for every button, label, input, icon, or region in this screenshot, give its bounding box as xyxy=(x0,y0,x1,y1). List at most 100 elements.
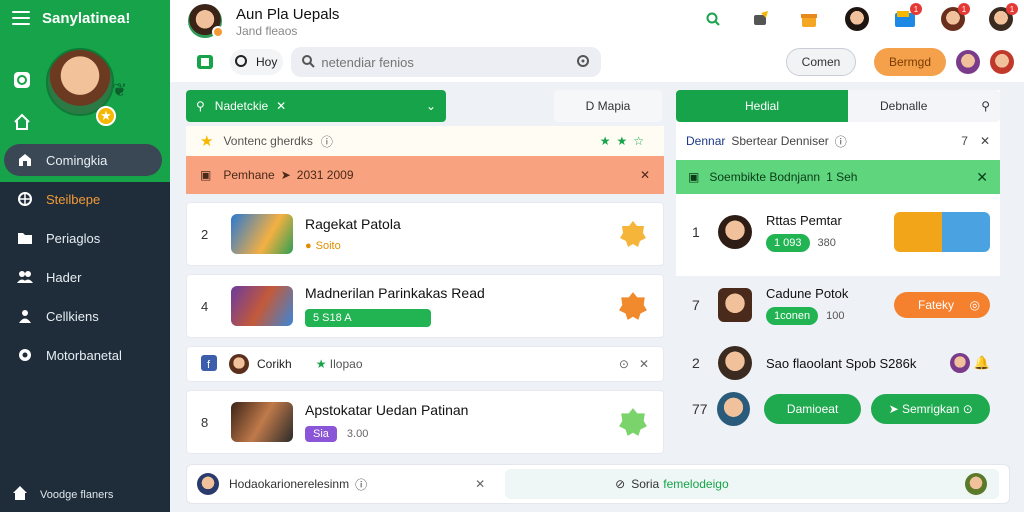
map-filter-button[interactable]: D Mapia xyxy=(554,90,662,122)
info-icon[interactable]: ⓘ xyxy=(355,476,367,493)
list-item[interactable]: 1 Rttas Pemtar 1 093 380 xyxy=(676,202,1000,262)
score-pill: 1 093 xyxy=(766,233,810,252)
search-bar[interactable] xyxy=(291,47,602,77)
search-input[interactable] xyxy=(321,54,576,70)
banner-value: 1 Seh xyxy=(826,170,858,184)
filter-chip[interactable]: ⚲ Nadetckie ✕ ⌄ xyxy=(186,90,446,122)
contact-name: Corikh xyxy=(257,357,292,371)
facebook-icon[interactable]: f xyxy=(201,354,217,374)
home-icon[interactable] xyxy=(12,112,32,132)
close-icon[interactable]: ✕ xyxy=(639,357,649,371)
filter-label: Nadetckie xyxy=(214,99,269,113)
cancel-button[interactable]: Comen xyxy=(786,48,856,76)
secondary-action-button[interactable]: ➤ Semrigkan ⊙ xyxy=(871,394,990,424)
badge-icon xyxy=(617,406,649,438)
bell-icon[interactable]: 🔔 xyxy=(974,355,990,371)
row-title: Sao flaoolant Spob S286k xyxy=(766,355,917,371)
button-label: Fateky xyxy=(918,298,955,312)
tab-active[interactable]: Hedial xyxy=(676,90,848,122)
avatar-notification-icon[interactable]: 1 xyxy=(988,3,1018,32)
sidebar-item-label: Motorbanetal xyxy=(46,347,122,363)
sidebar-item-steilbepe[interactable]: Steilbepe xyxy=(4,183,162,215)
search-icon[interactable]: ⚲ xyxy=(981,99,990,113)
card-meta-text: 3.00 xyxy=(346,428,369,440)
sidebar-item-comingkia[interactable]: Comingkia xyxy=(4,144,162,176)
promo-value: 2031 2009 xyxy=(296,168,354,182)
tablet-icon[interactable] xyxy=(194,51,216,73)
users-icon xyxy=(16,269,34,285)
user-avatar[interactable] xyxy=(197,473,219,495)
user-avatar[interactable] xyxy=(990,50,1014,74)
avatar-notification-icon[interactable]: 1 xyxy=(940,3,970,32)
folder-icon xyxy=(16,230,34,246)
primary-action-button[interactable]: Damioeat xyxy=(763,394,862,424)
user-avatar[interactable] xyxy=(965,473,987,495)
list-item[interactable]: 2 Ragekat Patola ● Soito xyxy=(186,202,664,266)
list-item[interactable]: 77 Damioeat ➤ Semrigkan ⊙ xyxy=(676,386,1000,432)
sidebar: Sanylatinea! ★ ❦ Comingkia Steilbepe Per… xyxy=(0,0,170,512)
header-buttons: Comen Bermgd xyxy=(786,48,1014,76)
contact-actions: ⊙ ✕ xyxy=(619,357,649,371)
chat-icon[interactable] xyxy=(12,70,32,90)
sidebar-item-motorbanetal[interactable]: Motorbanetal xyxy=(4,339,162,371)
search-icon[interactable] xyxy=(700,6,726,32)
header-toolbar: Hoy xyxy=(194,47,602,77)
menu-icon[interactable] xyxy=(12,11,30,25)
info-icon[interactable]: ⓘ xyxy=(835,133,847,150)
sub-header: Dennar Sbertear Denniser ⓘ 7 ✕ xyxy=(676,126,1000,156)
user-face-icon[interactable] xyxy=(844,6,870,32)
sidebar-item-cellkiens[interactable]: Cellkiens xyxy=(4,300,162,332)
list-item[interactable]: 4 Madnerilan Parinkakas Read 5 S18 A xyxy=(186,274,664,338)
rank-number: 2 xyxy=(201,226,209,242)
sidebar-item-periaglos[interactable]: Periaglos xyxy=(4,222,162,254)
status-badge xyxy=(212,26,224,38)
gift-icon[interactable] xyxy=(796,6,822,32)
card-meta-text: Soito xyxy=(315,240,341,252)
status-field[interactable]: ⊘ Soria femelodeigo xyxy=(505,469,999,499)
tv-icon: ▣ xyxy=(688,170,700,184)
mail-icon[interactable]: 1 xyxy=(892,3,922,32)
green-pill: 5 S18 A xyxy=(305,309,431,327)
rank-number: 2 xyxy=(692,355,700,371)
arrow-icon: ➤ xyxy=(280,168,291,182)
list-item[interactable]: 2 Sao flaoolant Spob S286k 🔔 xyxy=(676,340,1000,386)
close-icon[interactable]: ✕ xyxy=(475,477,485,491)
game-thumbnail xyxy=(231,402,293,442)
row-badges: 🔔 xyxy=(949,353,990,373)
success-banner: ▣ Soembikte Bodnjann 1 Seh ✕ xyxy=(676,160,1000,194)
clear-icon[interactable]: ✕ xyxy=(276,99,286,113)
star-icon: ★ xyxy=(315,357,327,371)
card-title: Madnerilan Parinkakas Read xyxy=(305,285,485,301)
info-text: Vontenc gherdks xyxy=(223,134,313,148)
sidebar-item-hader[interactable]: Hader xyxy=(4,261,162,293)
primary-button[interactable]: Bermgd xyxy=(874,48,946,76)
close-icon[interactable]: ✕ xyxy=(980,134,990,148)
player-avatar xyxy=(717,392,750,426)
page-title: Aun Pla Uepals xyxy=(236,6,340,23)
sidebar-footer-link[interactable]: Voodge flaners xyxy=(12,485,113,504)
sidebar-header: Sanylatinea! xyxy=(0,0,170,36)
location-selector[interactable]: Hoy xyxy=(230,49,284,75)
card-title: Ragekat Patola xyxy=(305,216,401,232)
close-icon[interactable]: ✕ xyxy=(640,168,650,182)
list-item[interactable]: 7 Cadune Potok 1conen 100 Fateky ◎ xyxy=(676,276,1000,334)
close-icon[interactable]: ✕ xyxy=(976,169,988,186)
notification-count: 1 xyxy=(910,3,922,15)
user-avatar[interactable] xyxy=(956,50,980,74)
chevron-down-icon[interactable]: ⌄ xyxy=(426,99,436,113)
voice-icon[interactable] xyxy=(575,53,591,72)
pencil-icon[interactable] xyxy=(748,6,774,32)
bottom-text: Hodaokarionerelesinm xyxy=(229,477,350,491)
rating-stars[interactable]: ★★☆ xyxy=(600,134,650,148)
location-pin-icon xyxy=(234,54,248,71)
card-title: Apstokatar Uedan Patinan xyxy=(305,402,469,418)
contact-row[interactable]: f Corikh ★ Ilopao ⊙ ✕ xyxy=(186,346,664,382)
list-item[interactable]: 8 Apstokatar Uedan Patinan Sia 3.00 xyxy=(186,390,664,454)
right-panel: Hedial Debnalle ⚲ Dennar Sbertear Dennis… xyxy=(676,90,1000,432)
group-icon xyxy=(16,308,34,324)
info-icon[interactable]: ⓘ xyxy=(321,133,333,150)
action-button[interactable]: Fateky ◎ xyxy=(894,292,990,318)
tab-other[interactable]: Debnalle ⚲ xyxy=(848,90,1000,122)
reply-icon[interactable]: ⊙ xyxy=(619,357,629,371)
status-text-green: femelodeigo xyxy=(663,477,729,491)
